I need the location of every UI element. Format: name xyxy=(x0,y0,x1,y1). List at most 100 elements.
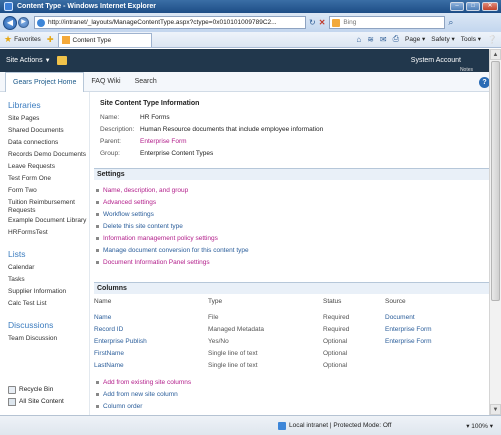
safety-menu[interactable]: Safety ▾ xyxy=(431,35,455,43)
recycle-bin-link[interactable]: Recycle Bin xyxy=(8,384,64,396)
column-header-source: Source xyxy=(385,298,406,305)
recycle-bin-label: Recycle Bin xyxy=(19,386,54,393)
column-name-link[interactable]: LastName xyxy=(94,362,124,369)
site-content-icon xyxy=(8,398,16,406)
info-value: HR Forms xyxy=(140,114,170,121)
column-source-link[interactable]: Enterprise Form xyxy=(385,326,432,333)
column-type: Single line of text xyxy=(208,350,258,357)
settings-link-advanced[interactable]: Advanced settings xyxy=(96,199,156,206)
column-header-type: Type xyxy=(208,298,223,305)
parent-link[interactable]: Enterprise Form xyxy=(140,138,187,145)
column-source-link[interactable]: Enterprise Form xyxy=(385,338,432,345)
favorites-star-icon[interactable]: ★ xyxy=(4,34,12,45)
stop-icon[interactable]: ✕ xyxy=(319,18,326,27)
scroll-down-icon[interactable]: ▼ xyxy=(490,404,501,415)
globe-icon xyxy=(37,18,45,27)
info-row-name: Name: HR Forms xyxy=(100,114,170,121)
ql-tasks[interactable]: Tasks xyxy=(8,274,89,286)
ql-team-discussion[interactable]: Team Discussion xyxy=(8,333,89,345)
close-button[interactable]: ✕ xyxy=(482,2,498,11)
column-name-link[interactable]: FirstName xyxy=(94,350,124,357)
settings-link-conversion[interactable]: Manage document conversion for this cont… xyxy=(96,247,249,254)
bullet-icon xyxy=(96,393,99,396)
feeds-icon[interactable]: ≋ xyxy=(367,35,374,44)
security-zone[interactable]: Local intranet | Protected Mode: Off xyxy=(278,421,391,430)
main-content: Site Content Type Information Name: HR F… xyxy=(89,92,489,415)
ql-tuition-reimbursement-requests[interactable]: Tuition Reimbursement Requests xyxy=(8,199,89,215)
quick-launch: Libraries Site Pages Shared Documents Da… xyxy=(0,92,89,415)
settings-link-dip[interactable]: Document Information Panel settings xyxy=(96,259,210,266)
refresh-icon[interactable]: ↻ xyxy=(309,18,316,27)
ql-data-connections[interactable]: Data connections xyxy=(8,137,89,149)
maximize-button[interactable]: □ xyxy=(466,2,480,11)
favorites-button[interactable]: Favorites xyxy=(14,36,41,43)
column-status: Optional xyxy=(323,350,348,357)
bullet-icon xyxy=(96,201,99,204)
recycle-bin-icon xyxy=(8,386,16,394)
lists-heading[interactable]: Lists xyxy=(8,249,89,259)
search-placeholder: Bing xyxy=(343,19,357,26)
search-input[interactable]: Bing xyxy=(329,16,446,29)
column-source-link[interactable]: Document xyxy=(385,314,415,321)
url-field[interactable]: http://intranet/_layouts/ManageContentTy… xyxy=(34,16,306,29)
add-favorite-icon[interactable]: ✚ xyxy=(47,35,54,44)
account-menu[interactable]: System Account xyxy=(411,57,461,64)
vertical-scrollbar[interactable]: ▲ ▼ xyxy=(489,49,501,415)
ql-records-demo-documents[interactable]: Records Demo Documents xyxy=(8,151,89,159)
add-existing-column-link[interactable]: Add from existing site columns xyxy=(96,379,191,386)
forward-button[interactable]: ▶ xyxy=(18,17,29,28)
discussions-heading[interactable]: Discussions xyxy=(8,320,89,330)
mail-icon[interactable]: ✉ xyxy=(380,35,387,44)
column-name-link[interactable]: Name xyxy=(94,314,111,321)
back-button[interactable]: ◀ xyxy=(3,15,17,30)
settings-link-policy[interactable]: Information management policy settings xyxy=(96,235,218,242)
minimize-button[interactable]: – xyxy=(450,2,464,11)
nav-search[interactable]: Search xyxy=(128,72,164,92)
info-label: Group: xyxy=(100,150,120,157)
bullet-icon xyxy=(96,249,99,252)
add-new-column-link[interactable]: Add from new site column xyxy=(96,391,178,398)
help-menu-icon[interactable]: ❔ xyxy=(487,35,497,44)
settings-link-text: Delete this site content type xyxy=(103,223,183,230)
all-site-content-link[interactable]: All Site Content xyxy=(8,396,64,408)
ql-form-two[interactable]: Form Two xyxy=(8,185,89,197)
column-name-link[interactable]: Record ID xyxy=(94,326,123,333)
ql-supplier-information[interactable]: Supplier Information xyxy=(8,286,89,298)
info-label: Description: xyxy=(100,126,135,133)
ql-example-document-library[interactable]: Example Document Library xyxy=(8,217,89,225)
browser-tab[interactable]: Content Type xyxy=(57,32,153,47)
ql-calc-test-list[interactable]: Calc Test List xyxy=(8,298,89,310)
nav-faq-wiki[interactable]: FAQ Wiki xyxy=(84,72,127,92)
column-name-link[interactable]: Enterprise Publish xyxy=(94,338,147,345)
site-actions-menu[interactable]: Site Actions xyxy=(6,57,43,64)
scroll-up-icon[interactable]: ▲ xyxy=(490,49,501,60)
settings-link-text: Workflow settings xyxy=(103,211,154,218)
libraries-heading[interactable]: Libraries xyxy=(8,100,89,110)
search-icon[interactable]: ⌕ xyxy=(448,17,453,28)
ql-shared-documents[interactable]: Shared Documents xyxy=(8,125,89,137)
settings-link-name-description-group[interactable]: Name, description, and group xyxy=(96,187,188,194)
settings-link-workflow[interactable]: Workflow settings xyxy=(96,211,154,218)
address-bar: ◀ ▶ http://intranet/_layouts/ManageConte… xyxy=(0,13,501,32)
ql-leave-requests[interactable]: Leave Requests xyxy=(8,161,89,173)
column-order-link[interactable]: Column order xyxy=(96,403,142,410)
print-icon[interactable]: ⎙ xyxy=(393,34,399,44)
page-menu[interactable]: Page ▾ xyxy=(405,35,425,43)
info-row-parent: Parent: Enterprise Form xyxy=(100,138,187,145)
ql-test-form-one[interactable]: Test Form One xyxy=(8,173,89,185)
zoom-control[interactable]: ▾ 100% ▾ xyxy=(466,422,493,430)
tools-menu[interactable]: Tools ▾ xyxy=(461,35,481,43)
info-title: Site Content Type Information xyxy=(100,100,200,107)
info-label: Parent: xyxy=(100,138,121,145)
settings-link-text: Manage document conversion for this cont… xyxy=(103,247,249,254)
nav-gears-project-home[interactable]: Gears Project Home xyxy=(5,71,85,92)
ql-hrformstest[interactable]: HRFormsTest xyxy=(8,227,89,239)
settings-link-delete[interactable]: Delete this site content type xyxy=(96,223,183,230)
ql-calendar[interactable]: Calendar xyxy=(8,262,89,274)
home-icon[interactable]: ⌂ xyxy=(356,35,361,44)
scroll-thumb[interactable] xyxy=(491,61,500,301)
column-status: Required xyxy=(323,326,350,333)
ql-site-pages[interactable]: Site Pages xyxy=(8,113,89,125)
top-nav: Gears Project Home FAQ Wiki Search ? xyxy=(0,71,501,92)
edit-page-icon[interactable] xyxy=(56,56,67,65)
